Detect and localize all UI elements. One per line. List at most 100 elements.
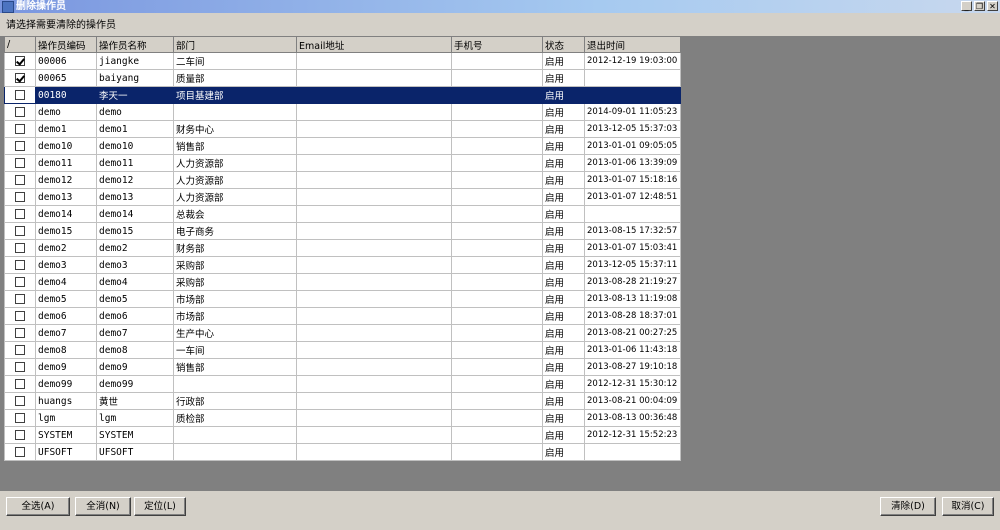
table-row[interactable]: demo7 demo7 生产中心 启用 2013-08-21 00:27:25 <box>4 324 681 342</box>
cell-email <box>296 69 452 87</box>
header-status[interactable]: 状态 <box>542 36 585 53</box>
cell-code: demo3 <box>35 256 97 274</box>
header-code[interactable]: 操作员编码 <box>35 36 97 53</box>
cell-name: demo10 <box>96 137 174 155</box>
cell-name: demo13 <box>96 188 174 206</box>
cell-code: demo9 <box>35 358 97 376</box>
table-row[interactable]: demo3 demo3 采购部 启用 2013-12-05 15:37:11 <box>4 256 681 274</box>
cell-checkbox <box>4 137 36 155</box>
table-row[interactable]: demo2 demo2 财务部 启用 2013-01-07 15:03:41 <box>4 239 681 257</box>
cell-code: 00180 <box>35 86 97 104</box>
cell-status: 启用 <box>542 137 585 155</box>
row-checkbox[interactable] <box>15 311 25 321</box>
row-checkbox[interactable] <box>15 413 25 423</box>
minimize-icon[interactable]: _ <box>961 1 972 11</box>
table-row[interactable]: demo demo 启用 2014-09-01 11:05:23 <box>4 103 681 121</box>
table-row[interactable]: UFSOFT UFSOFT 启用 <box>4 443 681 461</box>
table-row[interactable]: demo11 demo11 人力资源部 启用 2013-01-06 13:39:09 <box>4 154 681 172</box>
cell-email <box>296 205 452 223</box>
row-checkbox[interactable] <box>15 226 25 236</box>
table-row[interactable]: demo4 demo4 采购部 启用 2013-08-28 21:19:27 <box>4 273 681 291</box>
select-all-button[interactable]: 全选(A) <box>6 497 70 516</box>
table-row[interactable]: demo9 demo9 销售部 启用 2013-08-27 19:10:18 <box>4 358 681 376</box>
cell-email <box>296 358 452 376</box>
cell-email <box>296 171 452 189</box>
table-row[interactable]: demo5 demo5 市场部 启用 2013-08-13 11:19:08 <box>4 290 681 308</box>
row-checkbox[interactable] <box>15 447 25 457</box>
row-checkbox[interactable] <box>15 107 25 117</box>
cell-status: 启用 <box>542 69 585 87</box>
header-dept[interactable]: 部门 <box>173 36 297 53</box>
locate-button[interactable]: 定位(L) <box>134 497 186 516</box>
row-checkbox[interactable] <box>15 192 25 202</box>
row-checkbox[interactable] <box>15 430 25 440</box>
cell-code: demo15 <box>35 222 97 240</box>
table-row[interactable]: demo14 demo14 总裁会 启用 <box>4 205 681 223</box>
header-phone[interactable]: 手机号 <box>451 36 543 53</box>
row-checkbox[interactable] <box>15 56 25 66</box>
cell-dept: 质检部 <box>173 409 297 427</box>
header-select[interactable]: / <box>4 36 36 53</box>
row-checkbox[interactable] <box>15 124 25 134</box>
row-checkbox[interactable] <box>15 294 25 304</box>
cell-dept <box>173 426 297 444</box>
row-checkbox[interactable] <box>15 158 25 168</box>
row-checkbox[interactable] <box>15 209 25 219</box>
table-row[interactable]: demo12 demo12 人力资源部 启用 2013-01-07 15:18:16 <box>4 171 681 189</box>
row-checkbox[interactable] <box>15 362 25 372</box>
row-checkbox[interactable] <box>15 277 25 287</box>
table-row[interactable]: demo6 demo6 市场部 启用 2013-08-28 18:37:01 <box>4 307 681 325</box>
table-row[interactable]: lgm lgm 质检部 启用 2013-08-13 00:36:48 <box>4 409 681 427</box>
cell-phone <box>451 222 543 240</box>
table-row[interactable]: demo1 demo1 财务中心 启用 2013-12-05 15:37:03 <box>4 120 681 138</box>
header-email[interactable]: Email地址 <box>296 36 452 53</box>
table-row[interactable]: 00006 jiangke 二车间 启用 2012-12-19 19:03:00 <box>4 52 681 70</box>
clear-all-button[interactable]: 全消(N) <box>75 497 131 516</box>
cell-checkbox <box>4 392 36 410</box>
cell-email <box>296 392 452 410</box>
table-row[interactable]: huangs 黄世 行政部 启用 2013-08-21 00:04:09 <box>4 392 681 410</box>
row-checkbox[interactable] <box>15 243 25 253</box>
cell-code: demo99 <box>35 375 97 393</box>
row-checkbox[interactable] <box>15 141 25 151</box>
header-exit-time[interactable]: 退出时间 <box>584 36 681 53</box>
restore-icon[interactable]: ❐ <box>974 1 985 11</box>
cell-email <box>296 188 452 206</box>
row-checkbox[interactable] <box>15 90 25 100</box>
cell-code: demo2 <box>35 239 97 257</box>
cell-dept: 项目基建部 <box>173 86 297 104</box>
row-checkbox[interactable] <box>15 175 25 185</box>
cell-checkbox <box>4 188 36 206</box>
table-row[interactable]: SYSTEM SYSTEM 启用 2012-12-31 15:52:23 <box>4 426 681 444</box>
cell-status: 启用 <box>542 375 585 393</box>
cell-checkbox <box>4 307 36 325</box>
cell-dept: 一车间 <box>173 341 297 359</box>
table-row[interactable]: demo99 demo99 启用 2012-12-31 15:30:12 <box>4 375 681 393</box>
cell-name: demo2 <box>96 239 174 257</box>
table-row[interactable]: demo10 demo10 销售部 启用 2013-01-01 09:05:05 <box>4 137 681 155</box>
window-title: 删除操作员 <box>16 1 66 12</box>
table-row[interactable]: demo8 demo8 一车间 启用 2013-01-06 11:43:18 <box>4 341 681 359</box>
table-row[interactable]: 00065 baiyang 质量部 启用 <box>4 69 681 87</box>
cell-status: 启用 <box>542 341 585 359</box>
table-row[interactable]: 00180 李天一 项目基建部 启用 <box>4 86 681 104</box>
row-checkbox[interactable] <box>15 260 25 270</box>
cell-exit-time: 2013-01-06 13:39:09 <box>584 154 681 172</box>
table-row[interactable]: demo13 demo13 人力资源部 启用 2013-01-07 12:48:51 <box>4 188 681 206</box>
cell-email <box>296 120 452 138</box>
cell-checkbox <box>4 409 36 427</box>
cell-email <box>296 256 452 274</box>
cell-checkbox <box>4 69 36 87</box>
cancel-button[interactable]: 取消(C) <box>942 497 994 516</box>
cell-phone <box>451 324 543 342</box>
row-checkbox[interactable] <box>15 328 25 338</box>
delete-button[interactable]: 清除(D) <box>880 497 936 516</box>
row-checkbox[interactable] <box>15 379 25 389</box>
table-row[interactable]: demo15 demo15 电子商务 启用 2013-08-15 17:32:57 <box>4 222 681 240</box>
row-checkbox[interactable] <box>15 73 25 83</box>
row-checkbox[interactable] <box>15 345 25 355</box>
close-icon[interactable]: ✕ <box>987 1 998 11</box>
cell-exit-time: 2013-01-06 11:43:18 <box>584 341 681 359</box>
row-checkbox[interactable] <box>15 396 25 406</box>
header-name[interactable]: 操作员名称 <box>96 36 174 53</box>
